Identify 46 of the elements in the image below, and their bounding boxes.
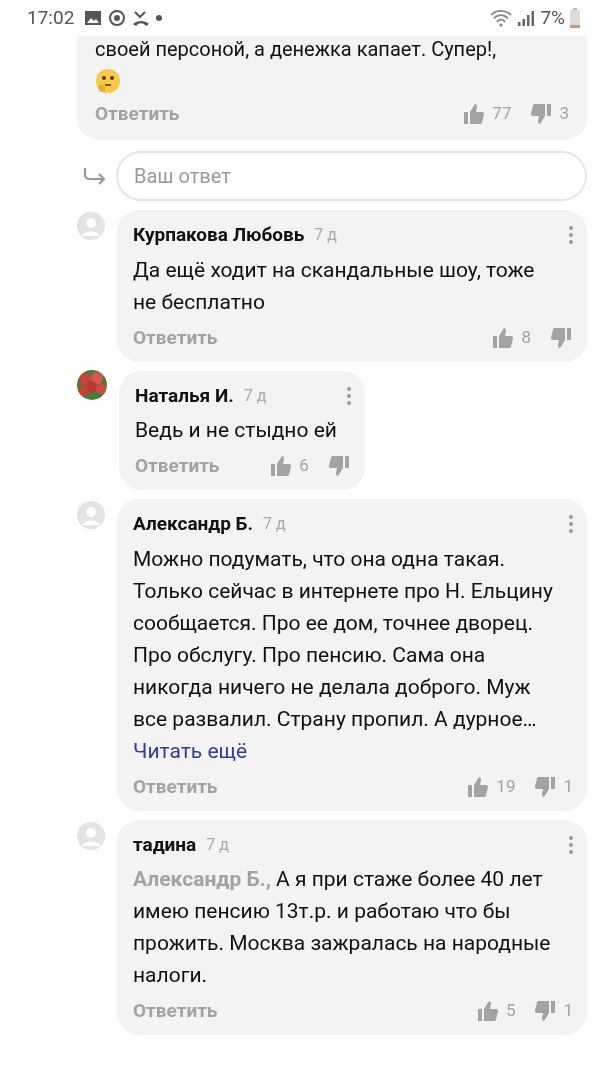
like-count: 19 [496, 774, 516, 798]
like-count: 8 [521, 325, 531, 349]
comment-text: Ведь и не стыдно ей [135, 417, 338, 444]
comment-time: 7 д [314, 224, 337, 247]
wifi-icon [490, 9, 513, 27]
image-icon [84, 10, 103, 26]
like-count: 5 [505, 999, 516, 1023]
thumbs-down-icon[interactable] [533, 999, 558, 1023]
author-name[interactable]: Наталья И. [135, 381, 234, 410]
dislike-count: 1 [563, 999, 573, 1023]
thumbs-up-icon[interactable] [491, 325, 516, 350]
reply-arrow-icon [82, 167, 106, 185]
avatar-icon[interactable] [77, 501, 105, 529]
author-name[interactable]: тадина [133, 830, 197, 859]
like-count: 6 [299, 454, 309, 478]
like-count: 77 [492, 102, 512, 126]
comment-time: 7 д [243, 384, 267, 407]
author-name[interactable]: Александр Б. [133, 510, 254, 539]
thumbs-up-icon[interactable] [269, 454, 294, 478]
read-more-link[interactable]: Читать ещё [133, 738, 248, 763]
comment-text: Да ещё ходит на скандальные шоу, тоже не бесплатно [133, 256, 536, 316]
thumbs-down-icon[interactable] [533, 774, 558, 799]
reply-field[interactable]: Ваш ответ [116, 151, 587, 201]
signal-icon [517, 9, 536, 27]
dot-icon [156, 15, 163, 21]
thumbs-down-icon[interactable] [326, 454, 351, 478]
thumbs-down-icon[interactable] [549, 325, 573, 350]
thumbs-down-icon[interactable] [529, 102, 554, 126]
clock: 17:02 [27, 4, 75, 31]
comment-time: 7 д [263, 513, 286, 536]
author-name[interactable]: Курпакова Любовь [133, 221, 305, 250]
avatar-icon[interactable] [77, 821, 105, 850]
thumbs-up-icon[interactable] [475, 999, 500, 1023]
comment-text: Можно подумать, что она одна такая. Только сейчас в интернете про Н. Ельцину сообщается. Про ее дом, точнее дворец. Про обслугу. Про пенсию. Сама она никогда ничего не делала доброго. Муж все развалил. Страну пропил. А дурное… Читать ещё [133, 545, 554, 765]
comment-text: Александр Б., А я при стаже более 40 лет имею пенсию 13т.р. и работаю что бы прожить. Москва зажралась на народные налоги. [133, 866, 552, 989]
comment-time: 7 д [206, 833, 229, 856]
battery-icon [570, 8, 580, 28]
thumbs-up-icon[interactable] [462, 102, 487, 126]
battery-percent: 7% [540, 4, 565, 31]
thumbs-up-icon[interactable] [466, 774, 491, 799]
thinking-face-icon [95, 68, 121, 94]
comment-text: своей персоной, а денежка капает. Супер!, [95, 36, 498, 62]
dislike-count: 1 [563, 774, 573, 798]
avatar-icon[interactable] [77, 212, 105, 240]
dislike-count: 3 [559, 102, 569, 126]
missed-call-icon [132, 9, 151, 27]
